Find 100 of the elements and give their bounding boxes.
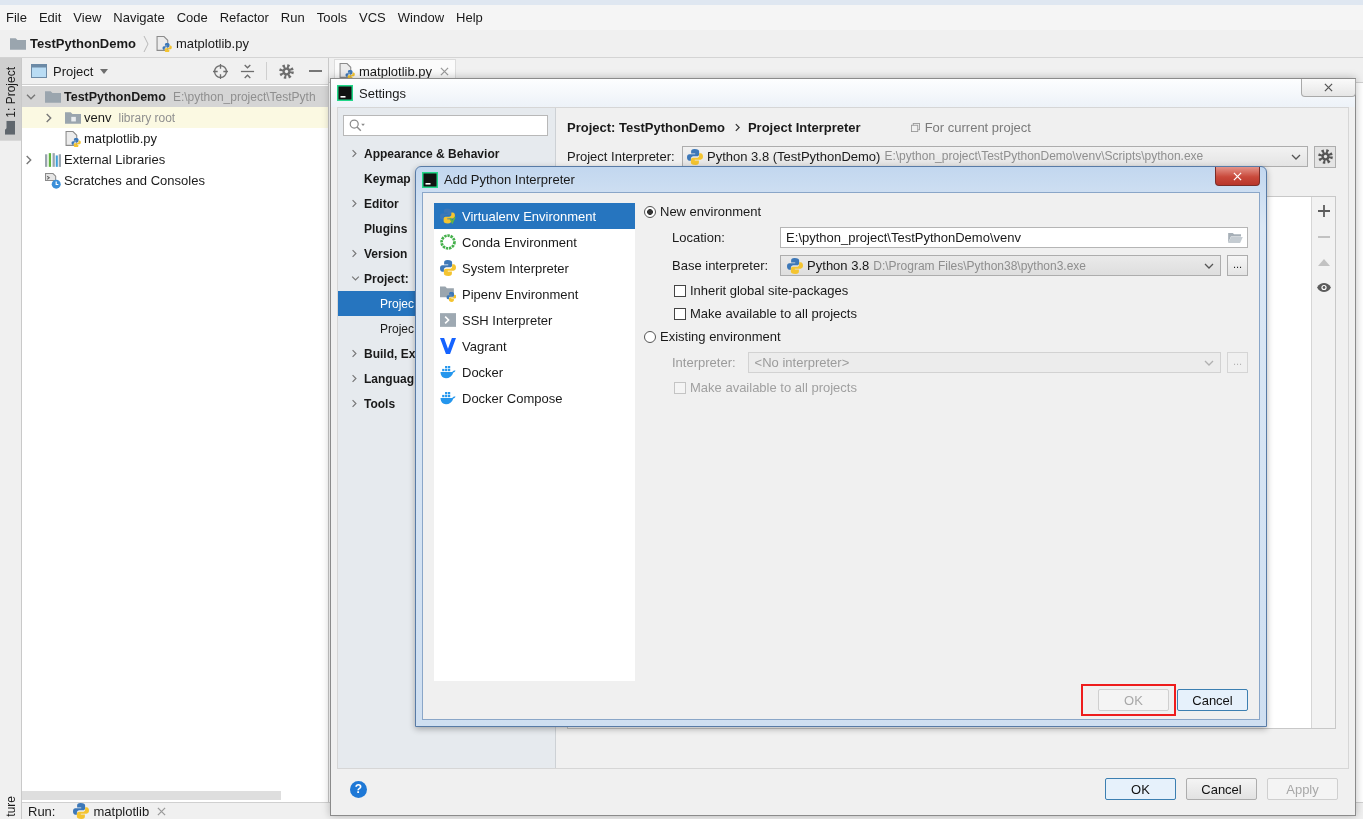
menu-item[interactable]: Run <box>274 10 311 25</box>
interpreter-dropdown[interactable]: Python 3.8 (TestPythonDemo) E:\python_project\TestPythonDemo\venv\Scripts\python.exe <box>682 146 1308 167</box>
tool-window-tab[interactable]: 1: Project <box>0 58 21 141</box>
collapse-icon[interactable] <box>240 63 255 79</box>
chevron-right-icon[interactable] <box>352 349 357 358</box>
caret-icon[interactable] <box>100 68 109 74</box>
menu-item[interactable]: Edit <box>32 10 68 25</box>
tree-item[interactable]: TestPythonDemo E:\python_project\TestPyth <box>22 86 328 107</box>
chevron-right-icon[interactable] <box>352 249 357 258</box>
tool-window-tab[interactable]: ture <box>0 796 21 819</box>
settings-nav-item[interactable]: Editor <box>338 191 416 216</box>
menu-item[interactable]: Window <box>391 10 451 25</box>
close-icon[interactable] <box>440 66 449 76</box>
settings-nav-item[interactable]: Plugins <box>338 216 416 241</box>
list-item[interactable]: Conda Environment <box>434 229 635 255</box>
window-title: Settings <box>359 85 406 101</box>
list-item[interactable]: Pipenv Environment <box>434 281 635 307</box>
list-item[interactable]: Vagrant <box>434 333 635 359</box>
menu-item[interactable]: View <box>67 10 108 25</box>
whale-icon <box>440 390 456 406</box>
field-label: Base interpreter: <box>672 258 770 273</box>
radio-option[interactable]: Existing environment <box>644 328 781 345</box>
python-file-icon <box>65 130 81 147</box>
python-file-icon <box>155 35 172 52</box>
list-item[interactable]: SSH Interpreter <box>434 307 635 333</box>
menu-item[interactable]: Code <box>170 10 214 25</box>
breadcrumb-item[interactable]: TestPythonDemo <box>10 35 136 52</box>
field-label: Location: <box>672 230 726 245</box>
scratch-file-icon <box>45 172 61 189</box>
chevron-right-icon[interactable] <box>352 199 357 208</box>
field-label: Interpreter: <box>672 355 737 370</box>
copy-icon <box>910 122 920 132</box>
page-breadcrumb: Project: TestPythonDemo <box>567 119 725 135</box>
chevron-right-icon[interactable] <box>46 112 52 123</box>
chevron-right-icon[interactable] <box>352 374 357 383</box>
menu-item[interactable]: Refactor <box>213 10 275 25</box>
tree-item[interactable]: matplotlib.py <box>22 128 328 149</box>
close-button[interactable] <box>1215 167 1260 186</box>
ring-icon <box>440 234 456 250</box>
settings-nav-item[interactable]: Appearance & Behavior <box>338 141 502 166</box>
caret-icon <box>1204 359 1214 366</box>
menu-item[interactable]: Navigate <box>107 10 171 25</box>
path-field[interactable]: E:\python_project\TestPythonDemo\venv <box>780 227 1248 248</box>
chevron-down-icon[interactable] <box>351 276 360 281</box>
settings-nav-item[interactable]: Keymap <box>338 166 416 191</box>
library-icon <box>45 151 61 168</box>
plus-icon[interactable] <box>1317 205 1330 217</box>
list-item[interactable]: Docker <box>434 359 635 385</box>
checkbox-option[interactable]: Inherit global site-packages <box>674 284 849 297</box>
browse-button[interactable]: ... <box>1227 255 1248 276</box>
dialog-button[interactable]: Cancel <box>1177 689 1248 711</box>
dialog-button[interactable]: OK <box>1105 778 1176 800</box>
settings-button[interactable] <box>1314 145 1336 168</box>
folder-icon <box>45 88 61 105</box>
radio-option[interactable]: New environment <box>644 203 762 220</box>
folder-icon[interactable] <box>1228 232 1243 243</box>
chevron-right-icon[interactable] <box>352 399 357 408</box>
eye-icon[interactable] <box>1316 283 1331 292</box>
menu-item[interactable]: VCS <box>353 10 392 25</box>
whale-icon <box>440 364 456 380</box>
tree-item[interactable]: venv library root <box>22 107 328 128</box>
chevron-down-icon[interactable] <box>26 93 36 100</box>
caret-icon <box>1204 262 1214 269</box>
settings-nav-item[interactable]: Projec <box>338 291 416 316</box>
run-tab[interactable]: matplotlib <box>73 803 167 819</box>
settings-nav-item[interactable]: Project: <box>338 266 416 291</box>
menu-item[interactable]: Help <box>450 10 489 25</box>
folder-icon <box>10 35 26 52</box>
settings-nav-item[interactable]: Projec <box>338 316 416 341</box>
menu-item[interactable]: File <box>0 10 33 25</box>
app-logo-icon <box>337 85 353 101</box>
list-item[interactable]: Docker Compose <box>434 385 635 411</box>
menu-item[interactable]: Tools <box>310 10 354 25</box>
window-title: Add Python Interpreter <box>444 172 575 187</box>
chevron-right-icon[interactable] <box>352 149 357 158</box>
checkbox-option[interactable]: Make available to all projects <box>674 307 857 320</box>
settings-nav-item[interactable]: Tools <box>338 391 416 416</box>
settings-nav-item[interactable]: Languag <box>338 366 416 391</box>
library-folder-icon <box>65 109 81 126</box>
v-shape-icon <box>440 338 456 354</box>
chevron-right-icon[interactable] <box>26 154 32 165</box>
dialog-button[interactable]: Cancel <box>1186 778 1257 800</box>
panel-title[interactable]: Project <box>53 63 94 79</box>
settings-nav-item[interactable]: Build, Ex <box>338 341 418 366</box>
tree-item[interactable]: External Libraries <box>22 149 328 170</box>
chevron-right-icon <box>734 122 740 132</box>
search-field[interactable] <box>343 115 548 136</box>
crosshair-icon[interactable] <box>213 63 228 79</box>
help-button[interactable]: ? <box>350 780 367 798</box>
settings-nav-item[interactable]: Version <box>338 241 416 266</box>
python-icon <box>687 148 703 165</box>
folder-icon <box>5 120 16 135</box>
list-item[interactable]: Virtualenv Environment <box>434 203 635 229</box>
close-icon[interactable] <box>1324 83 1333 92</box>
list-item[interactable]: System Interpreter <box>434 255 635 281</box>
settings-icon[interactable] <box>279 63 294 79</box>
breadcrumb-item[interactable]: matplotlib.py <box>155 35 249 52</box>
interpreter-dropdown[interactable]: Python 3.8 D:\Program Files\Python38\python3.exe <box>780 255 1221 276</box>
scrollbar[interactable] <box>22 791 281 800</box>
tree-item[interactable]: Scratches and Consoles <box>22 170 328 191</box>
